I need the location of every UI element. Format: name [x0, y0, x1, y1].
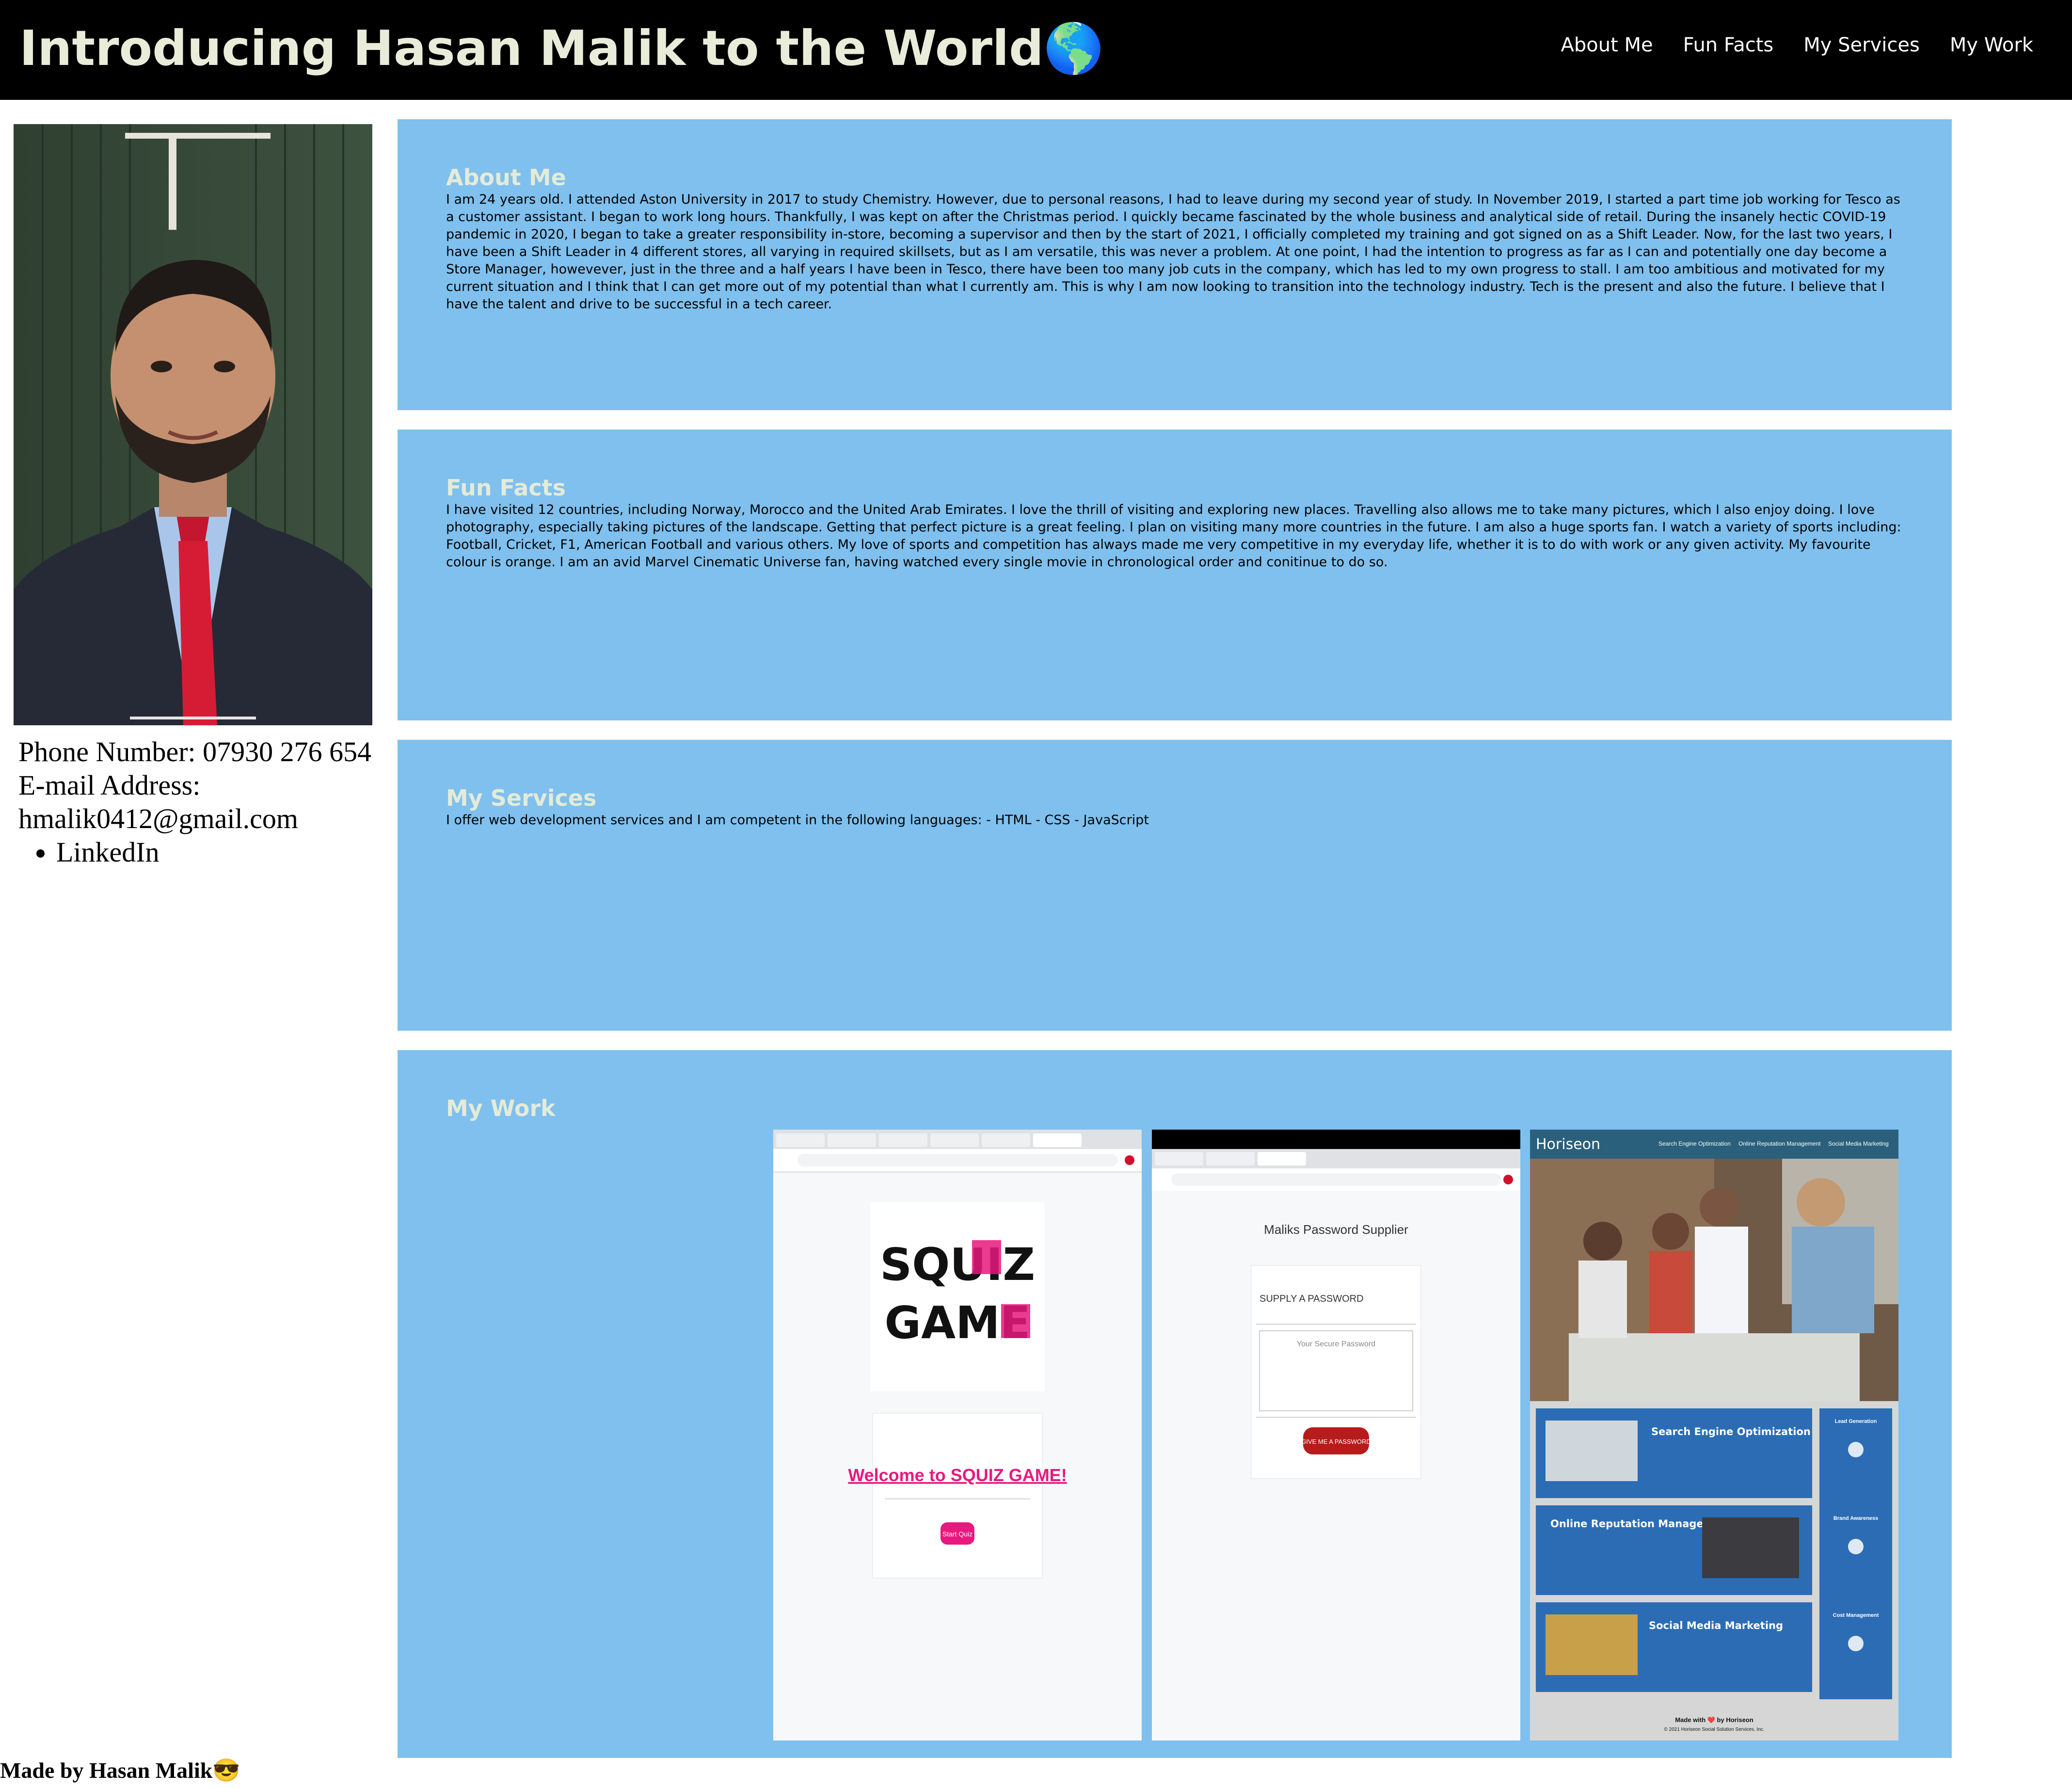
horiseon-nav-1: Search Engine Optimization [1658, 1140, 1731, 1147]
site-header: Introducing Hasan Malik to the World🌎 Ab… [0, 0, 2072, 100]
about-me-section: About Me I am 24 years old. I attended A… [398, 119, 1952, 410]
squiz-game-screenshot: SQUIZ GAME Welcome to SQUIZ GAME! Start … [773, 1130, 1142, 1579]
horiseon-nav-2: Online Reputation Management [1738, 1140, 1821, 1147]
horiseon-side-brand: Brand Awareness [1833, 1516, 1878, 1521]
social-links-list: LinkedIn [18, 835, 372, 869]
sidebar: Phone Number: 07930 276 654 E-mail Addre… [14, 124, 372, 869]
horiseon-copyright: © 2021 Horiseon Social Solution Services… [1664, 1727, 1765, 1732]
fun-facts-section: Fun Facts I have visited 12 countries, i… [398, 430, 1952, 720]
section-heading-fun-facts: Fun Facts [446, 475, 566, 501]
horiseon-footer: Made with ❤️ by Horiseon [1675, 1716, 1753, 1724]
nav-link-my-work[interactable]: My Work [1950, 30, 2033, 60]
section-heading-about-me: About Me [446, 164, 566, 191]
nav-link-my-services[interactable]: My Services [1803, 30, 1920, 60]
contact-info: Phone Number: 07930 276 654 E-mail Addre… [14, 735, 372, 869]
linkedin-link[interactable]: LinkedIn [56, 836, 159, 868]
password-supplier-screenshot: Maliks Password Supplier SUPPLY A PASSWO… [1152, 1130, 1520, 1479]
my-services-section: My Services I offer web development serv… [398, 740, 1952, 1031]
work-thumbnail-horiseon[interactable]: Horiseon Search Engine Optimization Onli… [1530, 1130, 1898, 1740]
list-item: LinkedIn [56, 835, 372, 869]
section-heading-my-work: My Work [446, 1095, 556, 1121]
horiseon-side-cost: Cost Management [1833, 1612, 1879, 1618]
contact-details: Phone Number: 07930 276 654 E-mail Addre… [18, 736, 372, 834]
password-page-title: Maliks Password Supplier [1264, 1222, 1408, 1237]
horiseon-screenshot: Horiseon Search Engine Optimization Onli… [1530, 1130, 1898, 1740]
profile-photo [14, 124, 372, 725]
password-card-heading: SUPPLY A PASSWORD [1259, 1293, 1364, 1304]
nav-link-about-me[interactable]: About Me [1561, 30, 1653, 60]
work-thumbnail-password-supplier[interactable]: Maliks Password Supplier SUPPLY A PASSWO… [1152, 1130, 1520, 1740]
password-placeholder: Your Secure Password [1297, 1340, 1375, 1348]
main-nav: About Me Fun Facts My Services My Work [1561, 30, 2033, 60]
fun-facts-text: I have visited 12 countries, including N… [446, 502, 1901, 570]
profile-photo-illustration [14, 124, 372, 725]
horiseon-card-seo: Search Engine Optimization [1651, 1426, 1811, 1437]
horiseon-brand: Horiseon [1536, 1136, 1600, 1153]
section-heading-my-services: My Services [446, 785, 597, 811]
page-footer: Made by Hasan Malik😎 [0, 1758, 240, 1783]
my-services-text: I offer web development services and I a… [446, 813, 1149, 828]
horiseon-card-smm: Social Media Marketing [1649, 1620, 1783, 1631]
nav-link-fun-facts[interactable]: Fun Facts [1683, 30, 1774, 60]
horiseon-nav-3: Social Media Marketing [1828, 1140, 1889, 1147]
squiz-start-button: Start Quiz [942, 1530, 972, 1538]
password-generate-button: GIVE ME A PASSWORD [1301, 1438, 1371, 1445]
horiseon-side-lead: Lead Generation [1835, 1419, 1877, 1424]
about-me-text: I am 24 years old. I attended Aston Univ… [446, 192, 1900, 312]
squiz-logo-line1: SQUIZ [880, 1239, 1035, 1291]
work-thumbnail-squiz-game[interactable]: SQUIZ GAME Welcome to SQUIZ GAME! Start … [773, 1130, 1142, 1740]
page-title: Introducing Hasan Malik to the World🌎 [19, 20, 1104, 77]
squiz-welcome-text: Welcome to SQUIZ GAME! [848, 1465, 1067, 1485]
